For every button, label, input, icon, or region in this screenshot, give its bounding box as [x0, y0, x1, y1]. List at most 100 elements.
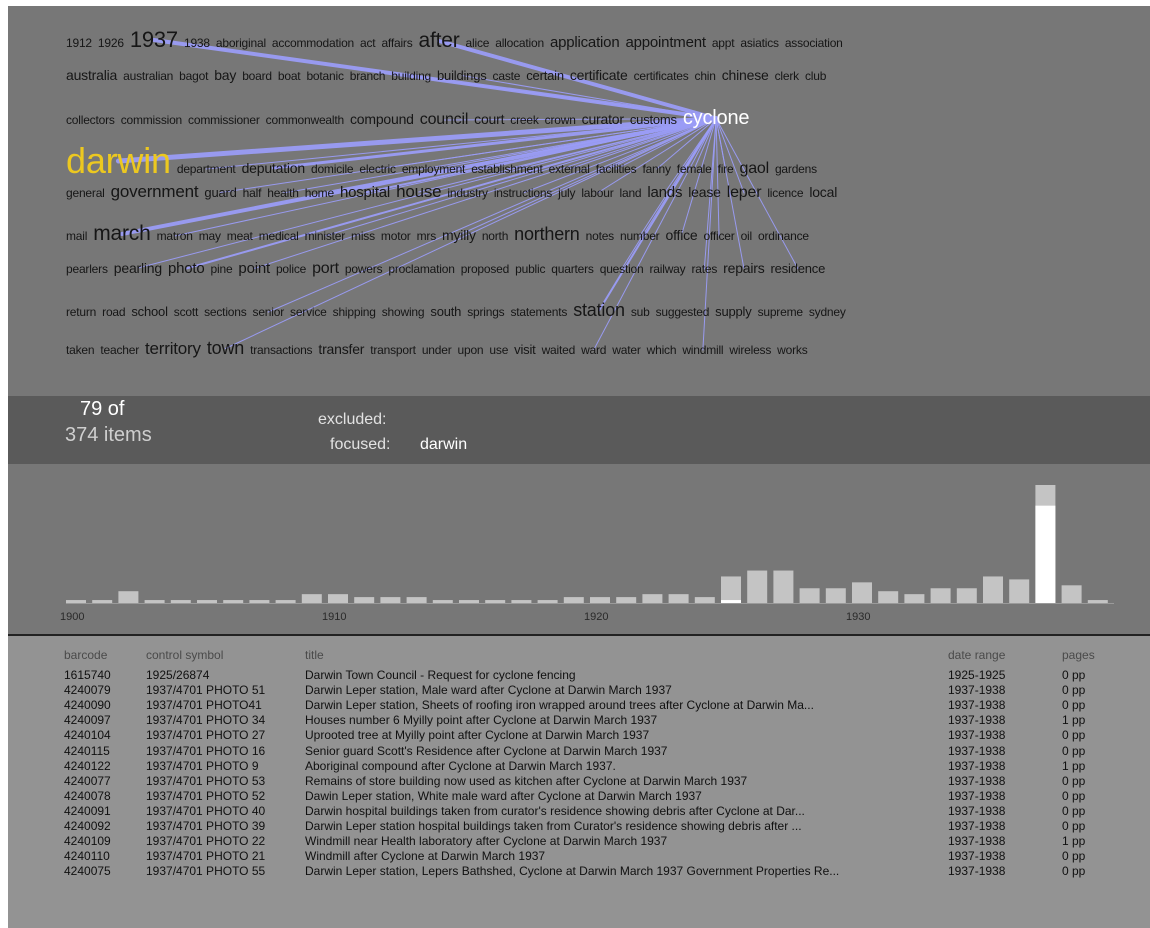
histogram-bar-1930[interactable] [852, 582, 872, 603]
cloud-term-court[interactable]: court [474, 111, 504, 127]
cloud-term-rates[interactable]: rates [691, 262, 717, 276]
histogram-selected-bar-1925[interactable] [721, 600, 741, 603]
cloud-term-certificate[interactable]: certificate [570, 67, 628, 83]
histogram-bar-1926[interactable] [747, 570, 768, 603]
cloud-term-1912[interactable]: 1912 [66, 36, 92, 50]
cloud-term-scott[interactable]: scott [174, 305, 199, 319]
cloud-term-labour[interactable]: labour [581, 186, 613, 200]
histogram-selected-bar-1937[interactable] [1035, 505, 1056, 603]
cloud-term-water[interactable]: water [612, 343, 641, 357]
cloud-term-botanic[interactable]: botanic [306, 69, 343, 83]
cloud-term-shipping[interactable]: shipping [333, 305, 376, 319]
cloud-term-application[interactable]: application [550, 34, 620, 51]
table-row[interactable]: 4240115 1937/4701 PHOTO 16 Senior guard Sc… [8, 744, 1150, 759]
cloud-term-home[interactable]: home [305, 186, 334, 200]
histogram-bar-1917[interactable] [511, 600, 532, 603]
cloud-term-repairs[interactable]: repairs [723, 260, 765, 276]
cloud-term-instructions[interactable]: instructions [494, 186, 552, 200]
cloud-term-residence[interactable]: residence [771, 261, 826, 276]
cloud-term-ordinance[interactable]: ordinance [758, 229, 809, 243]
cloud-term-chin[interactable]: chin [695, 69, 716, 83]
histogram-bar-1932[interactable] [904, 594, 925, 603]
cloud-term-industry[interactable]: industry [447, 186, 488, 200]
histogram-bar-1907[interactable] [249, 600, 270, 603]
cloud-term-affairs[interactable]: affairs [381, 36, 412, 50]
cloud-term-general[interactable]: general [66, 186, 105, 200]
table-row[interactable]: 4240092 1937/4701 PHOTO 39 Darwin Leper st… [8, 819, 1150, 834]
histogram-bar-1931[interactable] [878, 591, 899, 603]
cloud-term-minister[interactable]: minister [305, 229, 346, 243]
cloud-term-port[interactable]: port [312, 260, 339, 278]
cloud-term-road[interactable]: road [102, 305, 125, 319]
cloud-term-proposed[interactable]: proposed [461, 262, 510, 276]
cloud-term-appointment[interactable]: appointment [625, 34, 706, 51]
cloud-term-certain[interactable]: certain [526, 68, 564, 83]
cloud-term-powers[interactable]: powers [345, 262, 383, 276]
cloud-term-commission[interactable]: commission [121, 113, 183, 127]
cloud-term-health[interactable]: health [267, 186, 299, 200]
histogram-bar-1924[interactable] [694, 597, 715, 603]
cloud-term-hospital[interactable]: hospital [340, 184, 390, 201]
cloud-term-town[interactable]: town [207, 338, 244, 359]
histogram-bar-1918[interactable] [537, 600, 558, 603]
cloud-term-building[interactable]: building [391, 69, 431, 83]
cloud-term-customs[interactable]: customs [630, 112, 677, 127]
column-header-pages[interactable]: pages [1062, 648, 1132, 663]
cloud-term-compound[interactable]: compound [350, 111, 414, 127]
cloud-term-act[interactable]: act [360, 36, 376, 50]
cloud-term-station[interactable]: station [573, 300, 625, 321]
histogram-bar-1912[interactable] [380, 597, 401, 603]
cloud-term-caste[interactable]: caste [493, 69, 521, 83]
cloud-term-1926[interactable]: 1926 [98, 36, 124, 50]
cloud-term-darwin[interactable]: darwin [66, 140, 171, 182]
cloud-term-certificates[interactable]: certificates [634, 69, 689, 83]
histogram-bar-1925[interactable] [721, 576, 741, 603]
histogram-bar-1920[interactable] [590, 597, 610, 603]
cloud-term-miss[interactable]: miss [351, 229, 375, 243]
column-header-date-range[interactable]: date range [948, 648, 1048, 663]
cloud-term-question[interactable]: question [600, 262, 644, 276]
histogram-bar-1903[interactable] [144, 600, 165, 603]
histogram-bar-1905[interactable] [197, 600, 217, 603]
cloud-term-board[interactable]: board [242, 69, 272, 83]
cloud-term-northern[interactable]: northern [514, 224, 580, 245]
cloud-term-meat[interactable]: meat [227, 229, 253, 243]
cloud-term-house[interactable]: house [396, 182, 442, 202]
cloud-term-1938[interactable]: 1938 [184, 36, 210, 50]
column-header-control-symbol[interactable]: control symbol [146, 648, 302, 663]
histogram-bar-1935[interactable] [983, 576, 1003, 603]
cloud-term-employment[interactable]: employment [402, 162, 466, 176]
cloud-term-fanny[interactable]: fanny [642, 162, 671, 176]
cloud-term-council[interactable]: council [420, 111, 469, 129]
histogram-bar-1906[interactable] [223, 600, 244, 603]
cloud-term-commissioner[interactable]: commissioner [188, 113, 260, 127]
cloud-term-1937[interactable]: 1937 [130, 27, 178, 53]
cloud-term-ward[interactable]: ward [581, 343, 606, 357]
histogram-bar-1916[interactable] [485, 600, 506, 603]
cloud-term-under[interactable]: under [422, 343, 452, 357]
cloud-term-australian[interactable]: australian [123, 69, 173, 83]
cloud-term-electric[interactable]: electric [359, 162, 396, 176]
cloud-term-australia[interactable]: australia [66, 67, 117, 83]
cloud-term-licence[interactable]: licence [767, 186, 803, 200]
cloud-term-aboriginal[interactable]: aboriginal [216, 36, 266, 50]
cloud-term-may[interactable]: may [199, 229, 221, 243]
table-row[interactable]: 4240090 1937/4701 PHOTO41 Darwin Leper sta… [8, 698, 1150, 713]
cloud-term-half[interactable]: half [243, 186, 262, 200]
cloud-term-public[interactable]: public [515, 262, 545, 276]
cloud-term-facilities[interactable]: facilities [596, 162, 637, 176]
cloud-term-springs[interactable]: springs [467, 305, 504, 319]
cloud-term-government[interactable]: government [111, 182, 199, 202]
cloud-term-supply[interactable]: supply [715, 304, 752, 319]
histogram-bar-1933[interactable] [930, 588, 951, 603]
cloud-term-local[interactable]: local [809, 184, 837, 200]
cloud-term-wireless[interactable]: wireless [729, 343, 771, 357]
cloud-term-establishment[interactable]: establishment [471, 162, 543, 176]
cloud-term-lands[interactable]: lands [647, 184, 682, 201]
cloud-term-gardens[interactable]: gardens [775, 162, 817, 176]
cloud-term-photo[interactable]: photo [168, 260, 205, 277]
cloud-term-senior[interactable]: senior [253, 305, 285, 319]
histogram-bar-1922[interactable] [642, 594, 663, 603]
cloud-term-proclamation[interactable]: proclamation [388, 262, 455, 276]
table-row[interactable]: 1615740 1925/26874 Darwin Town Council - R… [8, 668, 1150, 683]
